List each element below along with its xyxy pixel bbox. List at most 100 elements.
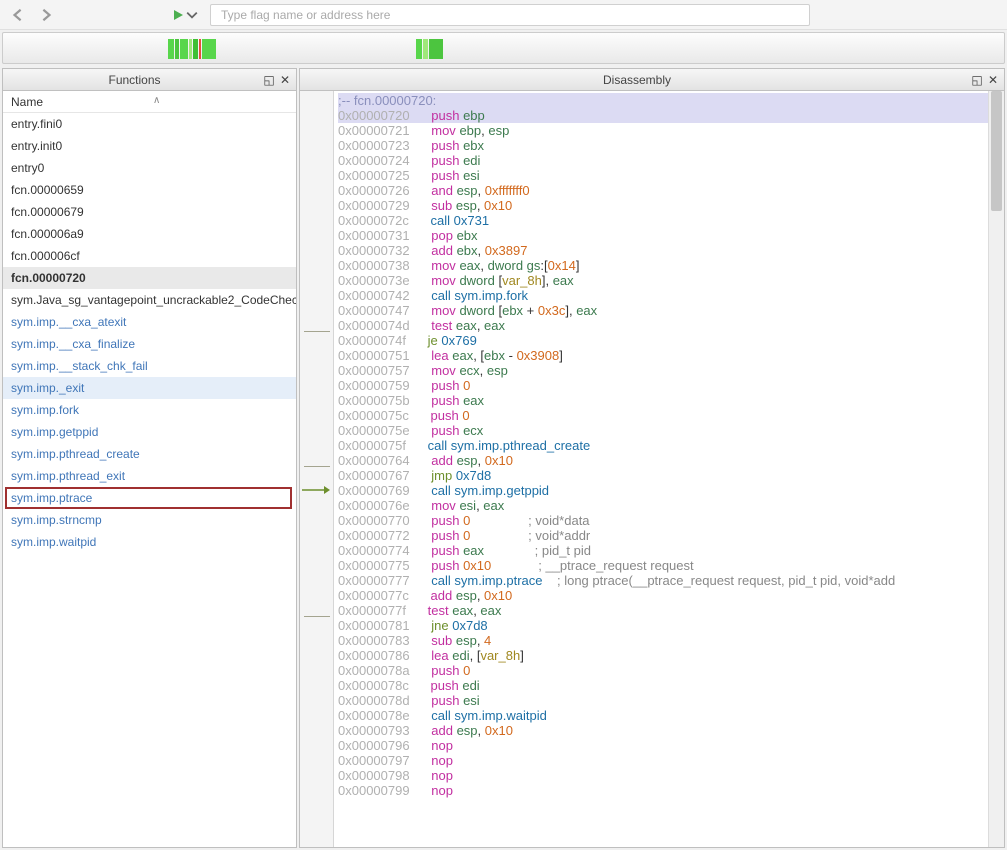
disasm-line[interactable]: 0x00000786 lea edi, [var_8h] [338,648,1000,663]
disasm-line[interactable]: 0x00000723 push ebx [338,138,1000,153]
function-item[interactable]: sym.Java_sg_vantagepoint_uncrackable2_Co… [3,289,296,311]
disasm-line[interactable]: 0x00000751 lea eax, [ebx - 0x3908] [338,348,1000,363]
forward-button[interactable] [34,3,58,27]
disasm-line[interactable]: 0x0000075b push eax [338,393,1000,408]
function-item[interactable]: entry.fini0 [3,113,296,135]
disasm-line[interactable]: 0x00000724 push edi [338,153,1000,168]
disasm-line[interactable]: 0x00000726 and esp, 0xfffffff0 [338,183,1000,198]
disasm-line[interactable]: 0x00000775 push 0x10 ; __ptrace_request … [338,558,1000,573]
disassembly-panel-header: Disassembly ◱ ✕ [300,69,1004,91]
disasm-line[interactable]: 0x0000078a push 0 [338,663,1000,678]
disasm-line[interactable]: 0x0000075e push ecx [338,423,1000,438]
disasm-line[interactable]: 0x00000799 nop [338,783,1000,798]
disasm-line[interactable]: 0x00000767 jmp 0x7d8 [338,468,1000,483]
disasm-line[interactable]: 0x0000072c call 0x731 [338,213,1000,228]
function-item[interactable]: sym.imp.ptrace [5,487,292,509]
vertical-scrollbar[interactable] [988,91,1004,847]
function-item[interactable]: entry0 [3,157,296,179]
disasm-function-label: ;-- fcn.00000720: [338,93,1000,108]
detach-icon[interactable]: ◱ [970,73,984,87]
disasm-line[interactable]: 0x00000720 push ebp [338,108,1000,123]
disasm-line[interactable]: 0x0000075f call sym.imp.pthread_create [338,438,1000,453]
function-item[interactable]: fcn.00000720 [3,267,296,289]
overview-segment[interactable] [202,39,216,59]
back-button[interactable] [6,3,30,27]
functions-col-name[interactable]: Name [11,95,43,109]
disasm-line[interactable]: 0x0000077f test eax, eax [338,603,1000,618]
functions-list: entry.fini0entry.init0entry0fcn.00000659… [3,113,296,847]
detach-icon[interactable]: ◱ [262,73,276,87]
disasm-line[interactable]: 0x00000781 jne 0x7d8 [338,618,1000,633]
close-icon[interactable]: ✕ [278,73,292,87]
disasm-line[interactable]: 0x00000798 nop [338,768,1000,783]
disasm-line[interactable]: 0x00000764 add esp, 0x10 [338,453,1000,468]
overview-segment[interactable] [180,39,188,59]
overview-segment[interactable] [168,39,174,59]
run-button[interactable] [172,9,198,21]
disasm-line[interactable]: 0x00000793 add esp, 0x10 [338,723,1000,738]
disasm-line[interactable]: 0x00000759 push 0 [338,378,1000,393]
disasm-line[interactable]: 0x0000076e mov esi, eax [338,498,1000,513]
close-icon[interactable]: ✕ [986,73,1000,87]
disasm-line[interactable]: 0x00000783 sub esp, 4 [338,633,1000,648]
overview-segment[interactable] [199,39,201,59]
disasm-line[interactable]: 0x0000074d test eax, eax [338,318,1000,333]
disasm-line[interactable]: 0x00000729 sub esp, 0x10 [338,198,1000,213]
disasm-line[interactable]: 0x0000078c push edi [338,678,1000,693]
disasm-line[interactable]: 0x00000747 mov dword [ebx + 0x3c], eax [338,303,1000,318]
disasm-line[interactable]: 0x00000774 push eax ; pid_t pid [338,543,1000,558]
scrollbar-thumb[interactable] [991,91,1002,211]
function-item[interactable]: sym.imp._exit [3,377,296,399]
disasm-line[interactable]: 0x0000073e mov dword [var_8h], eax [338,273,1000,288]
disasm-line[interactable]: 0x0000075c push 0 [338,408,1000,423]
function-item[interactable]: sym.imp.pthread_exit [3,465,296,487]
function-item[interactable]: sym.imp.__stack_chk_fail [3,355,296,377]
functions-panel: Functions ◱ ✕ Name ∧ entry.fini0entry.in… [2,68,297,848]
disassembly-panel: Disassembly ◱ ✕ ;-- fcn.00000720:0x00000… [299,68,1005,848]
disasm-line[interactable]: 0x00000777 call sym.imp.ptrace ; long pt… [338,573,1000,588]
overview-segment[interactable] [189,39,192,59]
disasm-line[interactable]: 0x0000078d push esi [338,693,1000,708]
function-item[interactable]: fcn.000006cf [3,245,296,267]
function-item[interactable]: fcn.000006a9 [3,223,296,245]
functions-columns[interactable]: Name ∧ [3,91,296,113]
function-item[interactable]: fcn.00000659 [3,179,296,201]
disasm-line[interactable]: 0x0000074f je 0x769 [338,333,1000,348]
overview-segment[interactable] [423,39,428,59]
disasm-line[interactable]: 0x0000077c add esp, 0x10 [338,588,1000,603]
disasm-line[interactable]: 0x00000742 call sym.imp.fork [338,288,1000,303]
disasm-line[interactable]: 0x00000757 mov ecx, esp [338,363,1000,378]
disassembly-listing[interactable]: ;-- fcn.00000720:0x00000720 push ebp0x00… [334,91,1004,847]
disasm-line[interactable]: 0x0000078e call sym.imp.waitpid [338,708,1000,723]
disasm-line[interactable]: 0x00000725 push esi [338,168,1000,183]
disasm-line[interactable]: 0x00000721 mov ebp, esp [338,123,1000,138]
overview-segment[interactable] [193,39,198,59]
overview-strip[interactable] [2,32,1005,64]
functions-panel-title: Functions [7,73,262,87]
function-item[interactable]: sym.imp.__cxa_finalize [3,333,296,355]
function-item[interactable]: sym.imp.strncmp [3,509,296,531]
disasm-line[interactable]: 0x00000769 call sym.imp.getppid [338,483,1000,498]
disassembly-body-wrap: ;-- fcn.00000720:0x00000720 push ebp0x00… [300,91,1004,847]
function-item[interactable]: sym.imp.getppid [3,421,296,443]
arrow-left-icon [11,8,25,22]
function-item[interactable]: sym.imp.pthread_create [3,443,296,465]
overview-segment[interactable] [429,39,443,59]
disasm-line[interactable]: 0x00000797 nop [338,753,1000,768]
disasm-line[interactable]: 0x00000738 mov eax, dword gs:[0x14] [338,258,1000,273]
disasm-line[interactable]: 0x00000732 add ebx, 0x3897 [338,243,1000,258]
function-item[interactable]: sym.imp.waitpid [3,531,296,553]
overview-segment[interactable] [175,39,179,59]
function-item[interactable]: fcn.00000679 [3,201,296,223]
address-input[interactable] [210,4,810,26]
toolbar [0,0,1007,30]
overview-segment[interactable] [416,39,422,59]
function-item[interactable]: sym.imp.fork [3,399,296,421]
disasm-line[interactable]: 0x00000731 pop ebx [338,228,1000,243]
function-item[interactable]: sym.imp.__cxa_atexit [3,311,296,333]
disasm-line[interactable]: 0x00000796 nop [338,738,1000,753]
disasm-line[interactable]: 0x00000770 push 0 ; void*data [338,513,1000,528]
disasm-line[interactable]: 0x00000772 push 0 ; void*addr [338,528,1000,543]
play-icon [172,9,184,21]
function-item[interactable]: entry.init0 [3,135,296,157]
